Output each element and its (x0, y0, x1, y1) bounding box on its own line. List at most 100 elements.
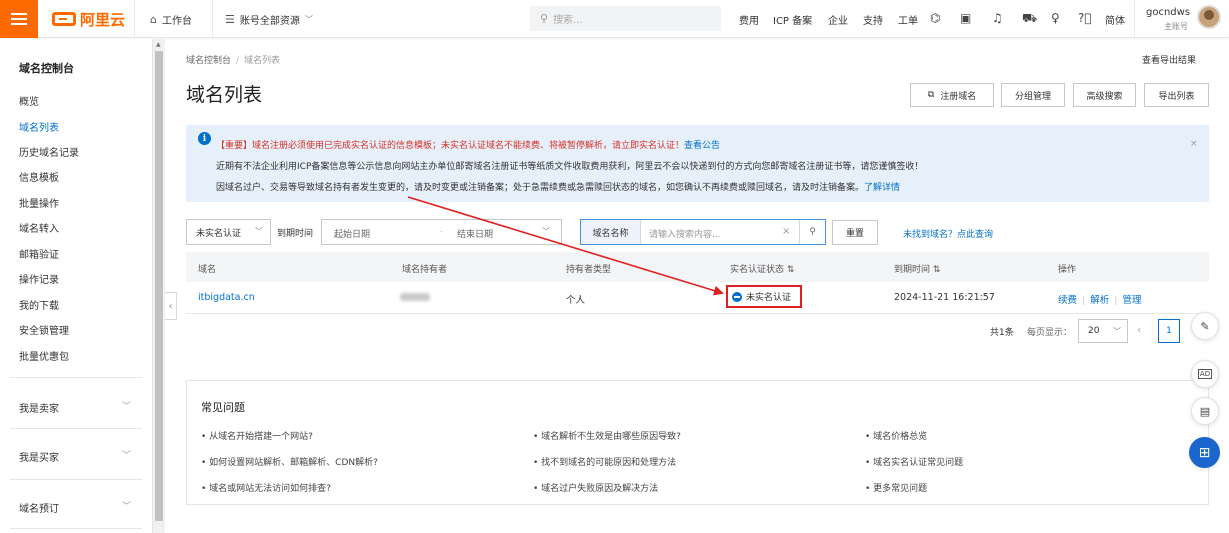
sidebar-item-transfer-in[interactable]: 域名转入 (19, 220, 59, 235)
hamburger-menu-button[interactable] (0, 0, 38, 38)
faq-item[interactable]: • 如何设置网站解析、邮箱解析、CDN解析? (201, 455, 378, 468)
advanced-search-button[interactable]: 高级搜索 (1073, 83, 1136, 107)
renew-link[interactable]: 续费 (1058, 295, 1077, 306)
col-domain: 域名 (198, 265, 217, 275)
sidebar-item-email-verify[interactable]: 邮箱验证 (19, 246, 59, 261)
cart-icon[interactable]: ⛟ (1022, 11, 1037, 27)
faq-item[interactable]: • 域名解析不生效是由哪些原因导致? (533, 429, 681, 442)
faq-item[interactable]: • 从域名开始搭建一个网站? (201, 429, 313, 442)
chat-icon: ▤ (1199, 404, 1211, 418)
breadcrumb-current: 域名列表 (244, 56, 281, 66)
sidebar-group-seller[interactable]: 我是卖家 (19, 400, 59, 415)
chevron-down-icon[interactable]: ﹀ (122, 448, 131, 461)
search-button[interactable]: ⚲ (799, 220, 825, 244)
close-icon[interactable]: × (1190, 139, 1198, 149)
apps-float-button[interactable]: ⊞ (1189, 437, 1220, 468)
help-icon[interactable]: ?⃝ (1078, 11, 1092, 25)
sidebar-item-bulk-package[interactable]: 批量优惠包 (19, 348, 69, 363)
sidebar-item-templates[interactable]: 信息模板 (19, 169, 59, 184)
sidebar-item-overview[interactable]: 概览 (19, 93, 39, 108)
aliyun-logo[interactable]: 阿里云 (52, 9, 125, 29)
start-date-input[interactable]: 起始日期 (334, 227, 370, 240)
breadcrumb-console[interactable]: 域名控制台 (186, 56, 231, 66)
sidebar-item-security-lock[interactable]: 安全锁管理 (19, 322, 69, 337)
reset-button[interactable]: 重置 (832, 220, 878, 245)
clear-icon[interactable]: × (782, 226, 790, 237)
workbench-button[interactable]: ⌂ 工作台 (150, 12, 192, 27)
page-size-select[interactable]: 20 ﹀ (1078, 319, 1128, 343)
row-actions: 续费 | 解析 | 管理 (1058, 295, 1142, 306)
language-switch[interactable]: 简体 (1105, 12, 1125, 27)
domain-link[interactable]: itbigdata.cn (198, 292, 255, 303)
nav-enterprise[interactable]: 企业 (828, 12, 848, 27)
learn-more-link[interactable]: 了解详情 (864, 183, 900, 193)
register-domain-button[interactable]: ⧉ 注册域名 (910, 83, 994, 107)
sidebar-collapse-button[interactable]: ‹ (165, 292, 177, 320)
account-type: 主账号 (1164, 22, 1188, 31)
date-range-picker[interactable]: 起始日期 - 结束日期 ﹀ (321, 219, 562, 245)
nav-fees[interactable]: 费用 (739, 12, 759, 27)
code-icon[interactable]: ⌬ (930, 11, 940, 25)
auth-status-select[interactable]: 未实名认证 ﹀ (186, 219, 271, 245)
domain-search-input[interactable]: 请输入搜索内容... (649, 227, 721, 240)
chevron-down-icon: ﹀ (304, 15, 313, 24)
faq-item[interactable]: • 更多常见问题 (865, 481, 927, 494)
sidebar-scrollbar[interactable]: ▲ (152, 39, 165, 533)
scroll-up-icon[interactable]: ▲ (156, 41, 161, 48)
notice-line-3: 因域名过户、交易等导致域名持有者发生变更的，请及时变更或注销备案；处于急需续费或… (216, 183, 865, 193)
sidebar-item-batch[interactable]: 批量操作 (19, 195, 59, 210)
dns-link[interactable]: 解析 (1090, 295, 1109, 306)
faq-item[interactable]: • 域名价格总览 (865, 429, 927, 442)
page-title: 域名列表 (186, 84, 263, 106)
scrollbar-thumb[interactable] (155, 51, 163, 521)
prev-page-button[interactable]: ‹ (1137, 323, 1141, 336)
sidebar-item-domain-list[interactable]: 域名列表 (19, 119, 59, 134)
sidebar-title: 域名控制台 (19, 62, 74, 75)
sidebar-item-op-log[interactable]: 操作记录 (19, 271, 59, 286)
bell-icon[interactable]: ♫ (992, 11, 1003, 25)
page-size-label: 每页显示： (1027, 328, 1073, 338)
global-search-input[interactable]: ⚲ 搜索... (530, 6, 721, 31)
list-icon: ☰ (225, 13, 235, 26)
expire-time-label: 到期时间 (277, 229, 314, 239)
chevron-down-icon: ﹀ (542, 227, 550, 236)
current-page-button[interactable]: 1 (1158, 319, 1180, 343)
nav-support[interactable]: 支持 (863, 12, 883, 27)
faq-item[interactable]: • 域名实名认证常见问题 (865, 455, 963, 468)
terminal-icon[interactable]: ▣ (960, 11, 971, 25)
group-manage-button[interactable]: 分组管理 (1001, 83, 1065, 107)
export-list-button[interactable]: 导出列表 (1144, 83, 1209, 107)
chevron-down-icon[interactable]: ﹀ (122, 499, 131, 512)
nav-ticket[interactable]: 工单 (898, 12, 918, 27)
pager-total: 共1条 (990, 328, 1014, 338)
end-date-input[interactable]: 结束日期 (457, 227, 493, 240)
manage-link[interactable]: 管理 (1122, 295, 1141, 306)
nav-icp[interactable]: ICP 备案 (773, 12, 812, 27)
sidebar: 域名控制台 概览 域名列表 历史域名记录 信息模板 批量操作 域名转入 邮箱验证… (0, 39, 152, 533)
expire-time: 2024-11-21 16:21:57 (894, 292, 995, 303)
sidebar-item-history[interactable]: 历史域名记录 (19, 144, 79, 159)
edit-float-button[interactable]: ✎ (1191, 312, 1219, 340)
view-export-results-link[interactable]: 查看导出结果 (1142, 53, 1196, 66)
col-expire[interactable]: 到期时间 ⇅ (894, 262, 940, 275)
resources-label: 账号全部资源 (239, 16, 300, 27)
aliyun-logo-icon (52, 12, 76, 26)
domain-not-found-link[interactable]: 未找到域名？点此查询 (903, 227, 993, 240)
view-announcement-link[interactable]: 查看公告 (684, 141, 720, 151)
lightbulb-icon[interactable]: ♀ (1051, 11, 1060, 25)
sidebar-item-downloads[interactable]: 我的下载 (19, 297, 59, 312)
avatar[interactable] (1197, 5, 1221, 29)
search-category-select[interactable]: 域名名称 (581, 220, 641, 244)
sidebar-group-buyer[interactable]: 我是买家 (19, 449, 59, 464)
col-auth-status[interactable]: 实名认证状态 ⇅ (730, 262, 794, 275)
ad-float-button[interactable]: AD (1191, 360, 1219, 388)
faq-item[interactable]: • 域名或网站无法访问如何排查? (201, 481, 331, 494)
chevron-down-icon[interactable]: ﹀ (122, 399, 131, 412)
faq-panel: 常见问题 • 从域名开始搭建一个网站? • 域名解析不生效是由哪些原因导致? •… (186, 380, 1209, 505)
chat-float-button[interactable]: ▤ (1191, 397, 1219, 425)
sidebar-group-reserve[interactable]: 域名预订 (19, 500, 59, 515)
faq-item[interactable]: • 域名过户失败原因及解决方法 (533, 481, 658, 494)
resources-dropdown[interactable]: ☰ 账号全部资源 ﹀ (225, 12, 313, 27)
account-name[interactable]: gocndws (1146, 7, 1190, 18)
faq-item[interactable]: • 找不到域名的可能原因和处理方法 (533, 455, 676, 468)
